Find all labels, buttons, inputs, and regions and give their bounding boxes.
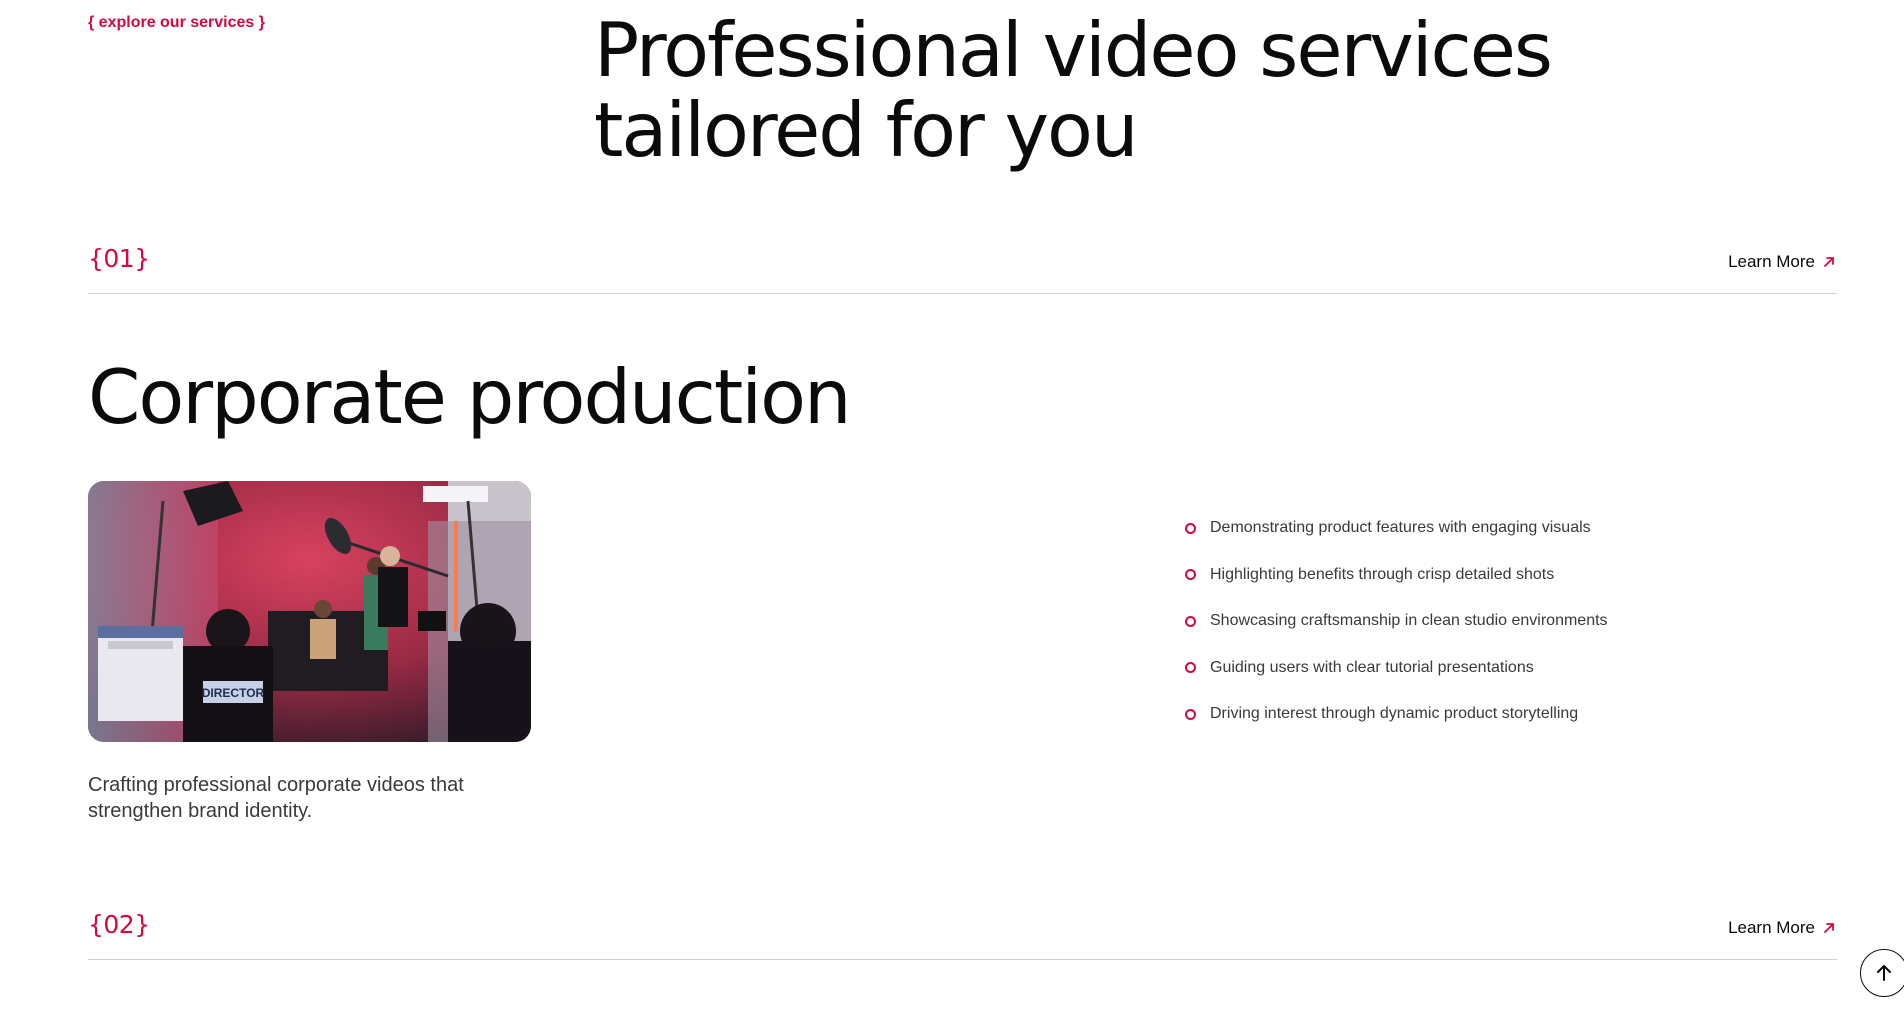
list-item: Demonstrating product features with enga… <box>1185 505 1608 552</box>
eyebrow-label: { explore our services } <box>88 14 265 31</box>
arrow-up-right-icon <box>1824 923 1834 933</box>
list-item: Guiding users with clear tutorial presen… <box>1185 645 1608 692</box>
circle-bullet-icon <box>1185 708 1196 720</box>
arrow-up-icon <box>1877 965 1891 981</box>
arrow-up-right-icon <box>1824 257 1834 267</box>
director-chair-label: DIRECTOR <box>202 686 265 700</box>
circle-bullet-icon <box>1185 615 1196 627</box>
section-title: Professional video services tailored for… <box>594 10 1594 170</box>
section-title-line-2: tailored for you <box>594 86 1138 174</box>
bullet-text: Showcasing craftsmanship in clean studio… <box>1210 612 1608 630</box>
list-item: Highlighting benefits through crisp deta… <box>1185 552 1608 599</box>
list-item: Driving interest through dynamic product… <box>1185 691 1608 738</box>
section-title-line-1: Professional video services <box>594 6 1553 94</box>
service-bullet-list: Demonstrating product features with enga… <box>1185 505 1608 738</box>
service-number: {02} <box>88 910 150 939</box>
learn-more-label: Learn More <box>1728 918 1815 937</box>
service-image: DIRECTOR <box>88 481 531 742</box>
learn-more-label: Learn More <box>1728 252 1815 271</box>
learn-more-link[interactable]: Learn More <box>1728 918 1837 938</box>
service-title: Corporate production <box>88 353 851 441</box>
film-set-photo: DIRECTOR <box>88 481 531 742</box>
learn-more-link[interactable]: Learn More <box>1728 252 1837 272</box>
list-item: Showcasing craftsmanship in clean studio… <box>1185 598 1608 645</box>
service-description: Crafting professional corporate videos t… <box>88 774 464 822</box>
back-to-top-button[interactable] <box>1860 949 1904 997</box>
circle-bullet-icon <box>1185 569 1196 581</box>
circle-bullet-icon <box>1185 522 1196 534</box>
service-header-02: {02} Learn More <box>88 904 1837 960</box>
bullet-text: Driving interest through dynamic product… <box>1210 705 1579 723</box>
bullet-text: Guiding users with clear tutorial presen… <box>1210 658 1534 676</box>
circle-bullet-icon <box>1185 662 1196 674</box>
service-header-01: {01} Learn More <box>88 238 1837 294</box>
bullet-text: Demonstrating product features with enga… <box>1210 519 1591 537</box>
bullet-text: Highlighting benefits through crisp deta… <box>1210 565 1555 583</box>
service-number: {01} <box>88 244 150 273</box>
